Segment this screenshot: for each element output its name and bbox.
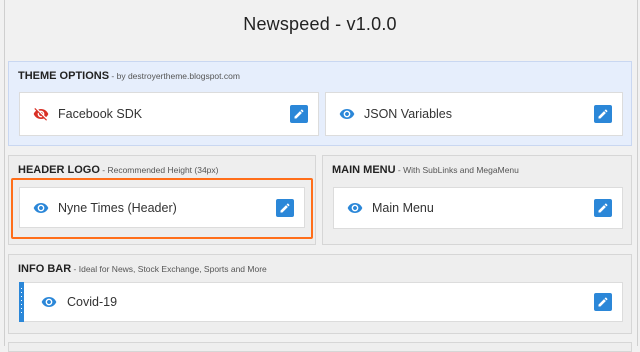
- section-subtitle: - Recommended Height (34px): [99, 165, 219, 175]
- eye-icon[interactable]: [346, 200, 364, 216]
- section-subtitle: - by destroyertheme.blogspot.com: [109, 71, 240, 81]
- main-menu-section: MAIN MENU - With SubLinks and MegaMenu M…: [322, 155, 632, 245]
- section-subtitle: - Ideal for News, Stock Exchange, Sports…: [71, 264, 267, 274]
- pencil-icon: [294, 109, 304, 119]
- next-section-edge: [8, 342, 632, 352]
- edit-button[interactable]: [594, 293, 612, 311]
- widget-main-menu[interactable]: Main Menu: [333, 187, 623, 229]
- edit-button[interactable]: [276, 198, 294, 217]
- widget-label: Nyne Times (Header): [58, 200, 177, 215]
- eye-icon[interactable]: [32, 200, 50, 216]
- edit-button[interactable]: [290, 105, 308, 123]
- eye-off-icon[interactable]: [32, 106, 50, 122]
- page-title: Newspeed - v1.0.0: [243, 14, 397, 34]
- section-header: THEME OPTIONS - by destroyertheme.blogsp…: [18, 70, 240, 82]
- widget-label: Facebook SDK: [58, 107, 143, 121]
- widget-label: Main Menu: [372, 201, 434, 215]
- section-header: HEADER LOGO - Recommended Height (34px): [18, 164, 219, 176]
- widget-facebook-sdk[interactable]: Facebook SDK: [19, 92, 319, 136]
- edit-button[interactable]: [594, 105, 612, 123]
- pencil-icon: [598, 297, 608, 307]
- section-title: HEADER LOGO: [18, 164, 100, 176]
- drag-handle[interactable]: [19, 282, 24, 322]
- eye-icon[interactable]: [40, 294, 58, 310]
- widget-json-variables[interactable]: JSON Variables: [325, 92, 623, 136]
- widget-label: Covid-19: [67, 295, 118, 309]
- eye-icon[interactable]: [338, 106, 356, 122]
- section-subtitle: - With SubLinks and MegaMenu: [395, 165, 519, 175]
- section-title: INFO BAR: [18, 263, 72, 275]
- section-title: MAIN MENU: [332, 164, 396, 176]
- header-logo-section: HEADER LOGO - Recommended Height (34px) …: [8, 155, 316, 245]
- widget-nyne-times-header[interactable]: Nyne Times (Header): [19, 187, 305, 228]
- widget-covid-19[interactable]: Covid-19: [19, 282, 623, 322]
- widget-label: JSON Variables: [364, 107, 452, 121]
- edit-button[interactable]: [594, 199, 612, 217]
- section-header: MAIN MENU - With SubLinks and MegaMenu: [332, 164, 519, 176]
- pencil-icon: [598, 109, 608, 119]
- section-header: INFO BAR - Ideal for News, Stock Exchang…: [18, 263, 267, 275]
- theme-options-section: THEME OPTIONS - by destroyertheme.blogsp…: [8, 61, 632, 146]
- info-bar-section: INFO BAR - Ideal for News, Stock Exchang…: [8, 254, 632, 334]
- section-title: THEME OPTIONS: [18, 70, 110, 82]
- pencil-icon: [598, 203, 608, 213]
- pencil-icon: [280, 202, 290, 212]
